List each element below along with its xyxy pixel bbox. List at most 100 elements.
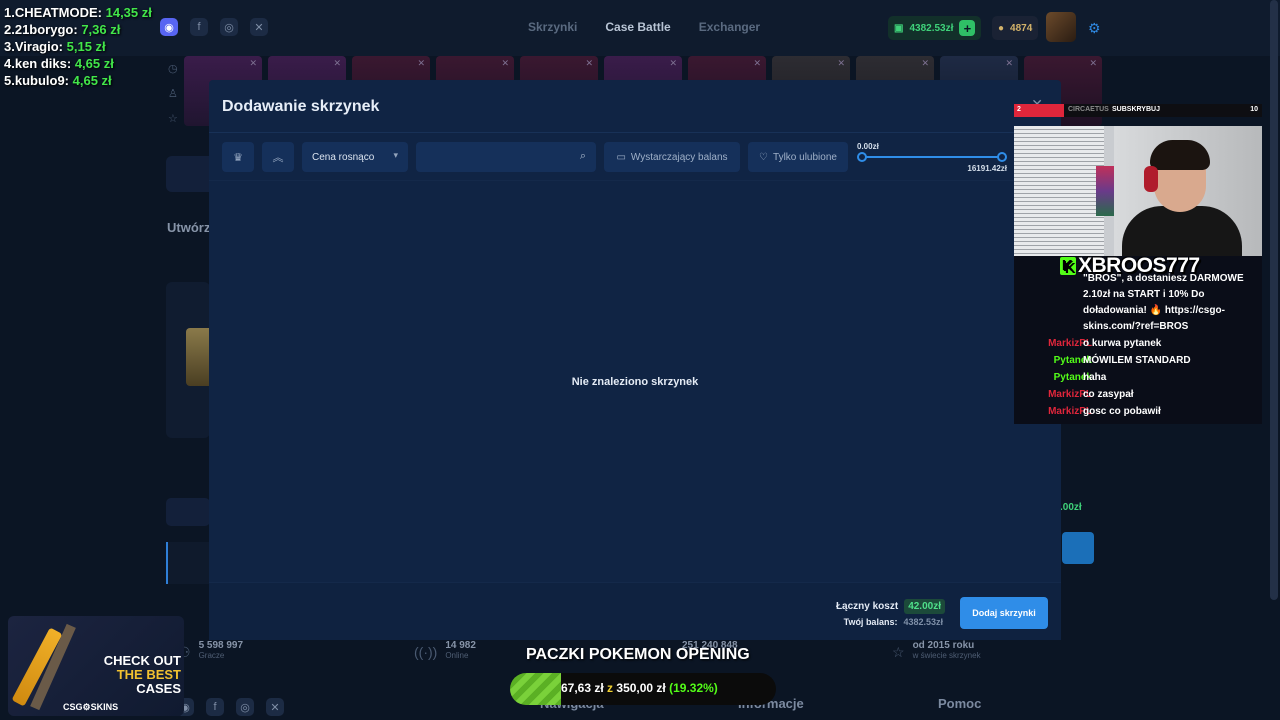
sufficient-balance-label: Wystarczający balans — [630, 151, 728, 163]
wallet-balance[interactable]: ▣ 4382.53zł + — [888, 16, 982, 40]
donor-amount: 7,36 zł — [81, 22, 121, 37]
social-links: ◉ f ◎ ✕ — [160, 18, 268, 36]
leaderboard-row: 2.21borygo: 7,36 zł — [4, 21, 152, 38]
search-box[interactable]: ⌕ — [416, 142, 596, 172]
stat-number: od 2015 roku — [912, 640, 975, 651]
sort-select[interactable]: Cena rosnąco ▾ — [302, 142, 408, 172]
favorites-only-toggle[interactable]: ♡ Tylko ulubione — [748, 142, 848, 172]
side-icons: ◷ ♙ ☆ — [168, 62, 178, 125]
donor-name: kubulo9: — [14, 73, 70, 88]
instagram-icon[interactable]: ◎ — [236, 698, 254, 716]
coin-icon: ● — [998, 22, 1005, 34]
chat-pinned-message: "BROS", a dostaniesz DARMOWE 2.10zł na S… — [1083, 273, 1244, 332]
search-icon: ⌕ — [579, 150, 586, 162]
heart-icon: ♡ — [759, 151, 769, 163]
stat-label: Online — [445, 651, 469, 660]
instagram-icon[interactable]: ◎ — [220, 18, 238, 36]
battle-price: .00zł — [1060, 502, 1082, 513]
signal-icon: ((·)) — [414, 644, 438, 660]
promo-brand: CSG⚙SKINS — [63, 702, 119, 712]
donation-goal-fill — [510, 673, 562, 705]
promo-text: CHECK OUT THE BEST CASES — [85, 654, 181, 696]
rank: 5. — [4, 73, 15, 88]
nav-skrzynki[interactable]: Skrzynki — [528, 20, 577, 34]
range-track[interactable] — [861, 156, 1003, 158]
chat-text: co zasypał — [1083, 389, 1134, 400]
divider — [209, 180, 1061, 181]
leaderboard-row: 5.kubulo9: 4,65 zł — [4, 72, 152, 89]
case-slot[interactable] — [166, 282, 214, 438]
chat-text: o kurwa pytanek — [1083, 338, 1162, 349]
sub-goal-latest: CIRCAETUS — [1068, 106, 1109, 113]
kick-logo-icon: K — [1060, 257, 1076, 275]
page-scrollbar[interactable] — [1270, 0, 1278, 600]
goal-target: 350,00 zł — [616, 681, 666, 695]
sort-label: Cena rosnąco — [312, 151, 375, 163]
range-max-label: 16191.42zł — [967, 164, 1007, 173]
donor-name: ken diks: — [14, 56, 72, 71]
clock-icon[interactable]: ◷ — [168, 62, 178, 75]
favorites-only-label: Tylko ulubione — [773, 151, 837, 163]
rank: 2. — [4, 22, 15, 37]
rank-filter-button[interactable]: ︽ — [262, 142, 294, 172]
chat-text: haha — [1083, 372, 1107, 383]
donor-amount: 5,15 zł — [66, 39, 106, 54]
sub-goal-current: 2 — [1017, 106, 1021, 113]
star-icon[interactable]: ☆ — [168, 112, 178, 125]
your-balance-value: 4382.53zł — [903, 617, 943, 627]
promo-line: THE BEST — [116, 667, 181, 682]
webcam-shelf — [1096, 166, 1114, 216]
chat-text: MÓWILEM STANDARD — [1083, 355, 1191, 366]
mode-info-card — [166, 542, 210, 584]
your-balance-label: Twój balans: — [843, 617, 898, 627]
chevron-down-icon: ▾ — [393, 150, 398, 160]
headphones — [1144, 166, 1158, 192]
stat-number: 14 982 — [445, 640, 476, 651]
range-max-handle[interactable] — [997, 152, 1007, 162]
your-balance: Twój balans: 4382.53zł — [844, 617, 945, 627]
sub-goal-fill — [1014, 104, 1064, 117]
donor-amount: 14,35 zł — [105, 5, 152, 20]
footer-social: ◉ f ◎ ✕ — [176, 698, 284, 716]
add-cases-button[interactable]: Dodaj skrzynki — [960, 597, 1048, 629]
nav-exchanger[interactable]: Exchanger — [699, 20, 760, 34]
deposit-plus-icon[interactable]: + — [959, 20, 976, 36]
donor-name: CHEATMODE: — [14, 5, 102, 20]
divider — [209, 132, 1061, 133]
promo-banner[interactable]: CHECK OUT THE BEST CASES CSG⚙SKINS — [8, 616, 184, 716]
leaderboard-row: 3.Viragio: 5,15 zł — [4, 38, 152, 55]
donation-goal-title: PACZKI POKEMON OPENING — [526, 646, 750, 663]
x-icon[interactable]: ✕ — [266, 698, 284, 716]
coins-amount: 4874 — [1010, 22, 1033, 34]
avatar[interactable] — [1046, 12, 1076, 42]
facebook-icon[interactable]: f — [206, 698, 224, 716]
donation-goal-progress: 67,63 zł z 350,00 zł (19.32%) — [561, 681, 718, 695]
leaderboard-row: 4.ken diks: 4,65 zł — [4, 55, 152, 72]
x-icon[interactable]: ✕ — [250, 18, 268, 36]
donor-name: Viragio: — [14, 39, 64, 54]
donor-name: 21borygo: — [14, 22, 78, 37]
create-battle-title: Utwórz — [167, 220, 211, 235]
search-input[interactable] — [426, 149, 556, 165]
gear-icon[interactable]: ⚙ — [1088, 20, 1101, 37]
facebook-icon[interactable]: f — [190, 18, 208, 36]
stat-since: ☆ od 2015 roku w świecie skrzynek — [892, 640, 981, 661]
thumb-icon[interactable]: ♙ — [168, 87, 178, 100]
donation-leaderboard: 1.CHEATMODE: 14,35 zł 2.21borygo: 7,36 z… — [4, 4, 152, 89]
mode-button[interactable] — [166, 498, 210, 526]
webcam-feed — [1014, 126, 1262, 266]
modal-footer: Łączny koszt 42.00zł Twój balans: 4382.5… — [209, 582, 1061, 640]
coins-balance[interactable]: ● 4874 — [992, 16, 1039, 40]
create-battle-button[interactable] — [1062, 532, 1094, 564]
nav-case-battle[interactable]: Case Battle — [605, 20, 670, 34]
crown-filter-button[interactable]: ♛ — [222, 142, 254, 172]
promo-line: CHECK OUT — [103, 653, 181, 668]
sufficient-balance-toggle[interactable]: ▭ Wystarczający balans — [604, 142, 740, 172]
stat-label: w świecie skrzynek — [912, 651, 981, 660]
discord-icon[interactable]: ◉ — [160, 18, 178, 36]
range-min-handle[interactable] — [857, 152, 867, 162]
stat-players: ⚇ 5 598 997 Gracze — [178, 640, 243, 661]
donor-amount: 4,65 zł — [74, 56, 114, 71]
streamer-hair — [1150, 140, 1210, 170]
stat-online: ((·)) 14 982 Online — [414, 640, 476, 660]
